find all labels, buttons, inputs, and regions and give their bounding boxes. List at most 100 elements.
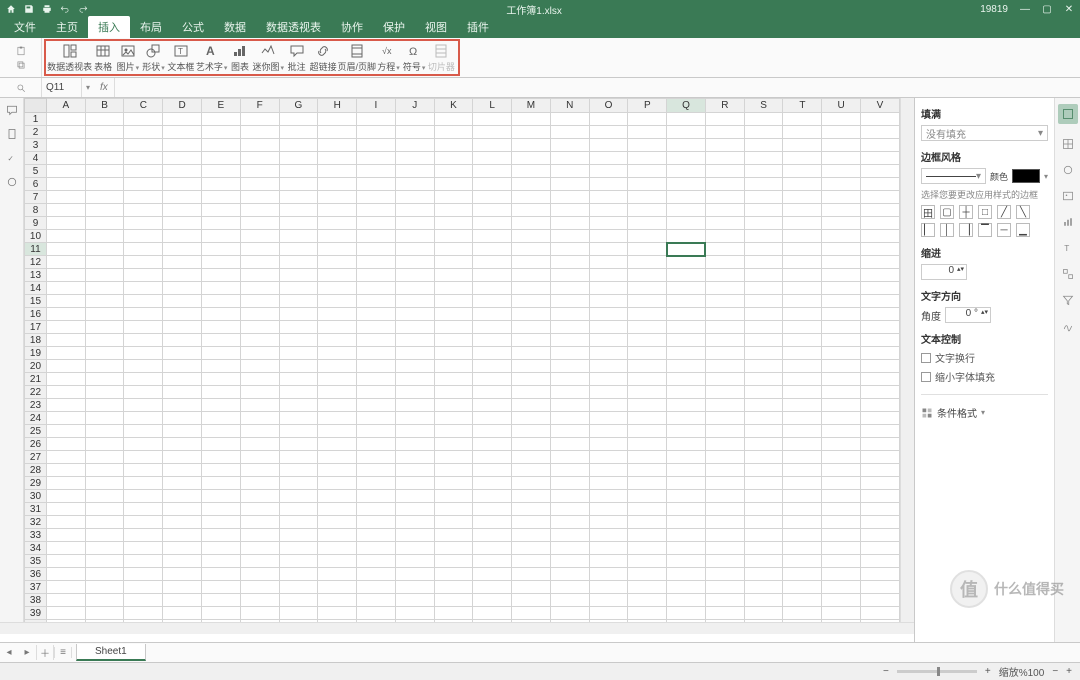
cell[interactable] (357, 568, 396, 581)
cell[interactable] (357, 438, 396, 451)
cell[interactable] (861, 204, 900, 217)
cell[interactable] (705, 113, 744, 126)
cell[interactable] (163, 477, 202, 490)
cell[interactable] (473, 555, 512, 568)
cell[interactable] (473, 412, 512, 425)
cell[interactable] (46, 191, 85, 204)
cell[interactable] (473, 503, 512, 516)
cell[interactable] (318, 516, 357, 529)
cell[interactable] (318, 321, 357, 334)
ribbon-table[interactable]: 表格 (91, 43, 115, 73)
cell[interactable] (46, 594, 85, 607)
cell[interactable] (667, 139, 706, 152)
tab-add[interactable]: ＋ (36, 645, 54, 660)
cell[interactable] (434, 334, 473, 347)
menu-协作[interactable]: 协作 (331, 16, 373, 38)
col-header[interactable]: F (240, 99, 279, 113)
cell[interactable] (46, 529, 85, 542)
col-header[interactable]: N (550, 99, 589, 113)
cell[interactable] (783, 594, 822, 607)
cell[interactable] (202, 490, 241, 503)
cell[interactable] (434, 464, 473, 477)
pivot-settings-icon[interactable] (1062, 268, 1074, 280)
maximize-icon[interactable]: ▢ (1042, 4, 1052, 14)
cell[interactable] (279, 178, 318, 191)
row-header[interactable]: 37 (25, 581, 47, 594)
border-vmid-icon[interactable]: │ (940, 223, 954, 237)
cell[interactable] (783, 438, 822, 451)
cell[interactable] (744, 386, 783, 399)
cell[interactable] (318, 152, 357, 165)
cell[interactable] (783, 529, 822, 542)
menu-视图[interactable]: 视图 (415, 16, 457, 38)
cell[interactable] (589, 139, 628, 152)
cell[interactable] (705, 490, 744, 503)
cell[interactable] (240, 568, 279, 581)
cell[interactable] (85, 230, 124, 243)
cell[interactable] (240, 282, 279, 295)
cell[interactable] (783, 139, 822, 152)
cell[interactable] (705, 542, 744, 555)
cell[interactable] (705, 191, 744, 204)
cell[interactable] (589, 529, 628, 542)
cell[interactable] (550, 464, 589, 477)
cell[interactable] (589, 178, 628, 191)
cell[interactable] (628, 308, 667, 321)
cell[interactable] (473, 191, 512, 204)
wrap-checkbox[interactable]: 文字换行 (921, 350, 1048, 365)
cell[interactable] (395, 477, 434, 490)
cell[interactable] (822, 568, 861, 581)
cell[interactable] (628, 620, 667, 623)
cell[interactable] (744, 165, 783, 178)
cell[interactable] (783, 451, 822, 464)
cell[interactable] (357, 243, 396, 256)
cell[interactable] (202, 438, 241, 451)
border-none-icon[interactable]: ▢ (940, 205, 954, 219)
cell[interactable] (318, 620, 357, 623)
cell[interactable] (318, 347, 357, 360)
cell[interactable] (85, 490, 124, 503)
cell[interactable] (550, 217, 589, 230)
cell[interactable] (434, 607, 473, 620)
cell[interactable] (822, 308, 861, 321)
user-label[interactable]: 19819 (980, 4, 1008, 15)
cell[interactable] (589, 308, 628, 321)
cell[interactable] (240, 347, 279, 360)
col-header[interactable]: J (395, 99, 434, 113)
col-header[interactable]: T (783, 99, 822, 113)
row-header[interactable]: 20 (25, 360, 47, 373)
cell[interactable] (318, 568, 357, 581)
cell[interactable] (512, 165, 551, 178)
cell[interactable] (318, 282, 357, 295)
minimize-icon[interactable]: — (1020, 4, 1030, 14)
cell[interactable] (744, 373, 783, 386)
row-header[interactable]: 28 (25, 464, 47, 477)
cell[interactable] (46, 451, 85, 464)
cell[interactable] (861, 399, 900, 412)
menu-数据透视表[interactable]: 数据透视表 (256, 16, 331, 38)
cell[interactable] (124, 178, 163, 191)
cell[interactable] (240, 451, 279, 464)
cell[interactable] (357, 503, 396, 516)
cell[interactable] (202, 334, 241, 347)
cell[interactable] (202, 191, 241, 204)
cell[interactable] (124, 425, 163, 438)
cell[interactable] (473, 230, 512, 243)
cell[interactable] (628, 178, 667, 191)
cell[interactable] (124, 360, 163, 373)
cell[interactable] (705, 451, 744, 464)
cell[interactable] (357, 139, 396, 152)
cell[interactable] (822, 360, 861, 373)
row-header[interactable]: 35 (25, 555, 47, 568)
cell[interactable] (667, 191, 706, 204)
col-header[interactable]: Q (667, 99, 706, 113)
cell[interactable] (240, 490, 279, 503)
cell[interactable] (705, 139, 744, 152)
cell[interactable] (589, 321, 628, 334)
cell[interactable] (163, 347, 202, 360)
cell[interactable] (46, 607, 85, 620)
cell[interactable] (473, 477, 512, 490)
cell[interactable] (279, 438, 318, 451)
cell[interactable] (318, 126, 357, 139)
cell[interactable] (628, 594, 667, 607)
